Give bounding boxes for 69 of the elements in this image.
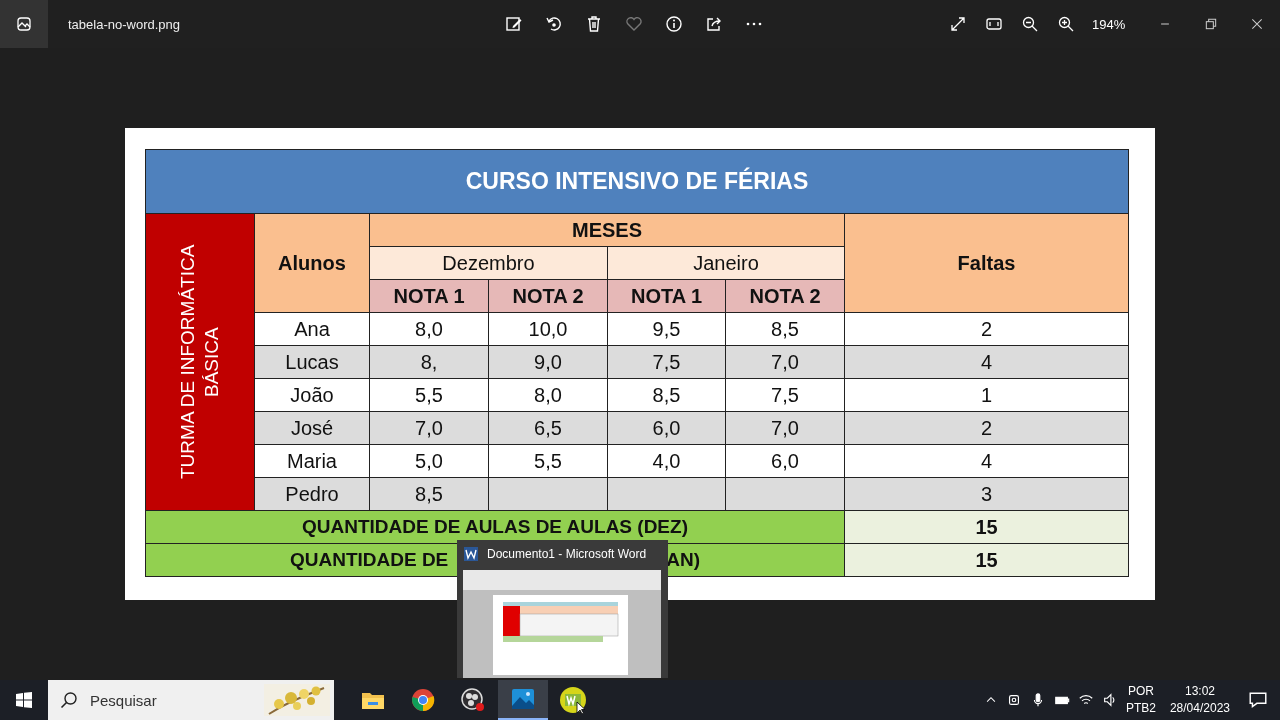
search-icon <box>60 691 78 709</box>
table-cell: 15 <box>844 510 1129 544</box>
table-cell: 6,5 <box>488 411 608 445</box>
word-icon <box>559 686 587 714</box>
photos-app-button[interactable] <box>0 0 48 48</box>
header-cell: Faltas <box>844 213 1129 313</box>
table-cell: José <box>254 411 370 445</box>
word-icon <box>463 546 479 562</box>
photos-icon <box>511 688 535 710</box>
popup-title: Documento1 - Microsoft Word <box>487 547 647 561</box>
header-cell: NOTA 1 <box>607 279 726 313</box>
table-cell: 8, <box>369 345 489 379</box>
table-cell: 4,0 <box>607 444 726 478</box>
folder-icon <box>361 690 385 710</box>
clock-time[interactable]: 13:02 <box>1184 683 1215 700</box>
month-cell: Janeiro <box>607 246 845 280</box>
table-cell-text: AN) <box>666 549 701 571</box>
header-cell: NOTA 2 <box>488 279 608 313</box>
window-preview-popup[interactable]: Documento1 - Microsoft Word <box>457 540 668 678</box>
table-cell-text: QUANTIDADE DE <box>289 549 449 571</box>
table-cell: 3 <box>844 477 1129 511</box>
table-cell: 8,0 <box>369 312 489 346</box>
header-cell: MESES <box>369 213 845 247</box>
table-cell: Pedro <box>254 477 370 511</box>
table-cell: 8,5 <box>607 378 726 412</box>
notification-icon <box>1248 690 1268 710</box>
zoom-level: 194% <box>1092 16 1127 32</box>
search-field[interactable]: Pesquisar <box>88 690 252 710</box>
table-cell: 6,0 <box>725 444 845 478</box>
month-cell: Dezembro <box>369 246 608 280</box>
table-cell: 1 <box>844 378 1129 412</box>
keyboard-layout[interactable]: PTB2 <box>1125 700 1156 717</box>
obs-icon <box>461 688 485 712</box>
table-cell: 7,0 <box>725 411 845 445</box>
table-cell: 4 <box>844 345 1129 379</box>
class-label-cell: TURMA DE INFORMÁTICA BÁSICA <box>145 213 255 511</box>
image-icon <box>15 15 33 33</box>
header-cell: Alunos <box>254 213 370 313</box>
table-cell: 8,0 <box>488 378 608 412</box>
table-cell: Maria <box>254 444 370 478</box>
table-cell: 7,0 <box>369 411 489 445</box>
search-box[interactable]: Pesquisar <box>48 680 334 720</box>
table-cell: 7,5 <box>607 345 726 379</box>
table-cell: 4 <box>844 444 1129 478</box>
clock-date[interactable]: 28/04/2023 <box>1169 700 1230 717</box>
table-cell: QUANTIDADE DE AULAS DE AULAS (DEZ) <box>145 510 845 544</box>
table-cell: Ana <box>254 312 370 346</box>
table-cell: 2 <box>844 411 1129 445</box>
table-cell: 9,5 <box>607 312 726 346</box>
table-cell: 5,0 <box>369 444 489 478</box>
table-cell: 6,0 <box>607 411 726 445</box>
header-cell: NOTA 2 <box>725 279 845 313</box>
table-cell: 8,5 <box>725 312 845 346</box>
table-cell: 2 <box>844 312 1129 346</box>
table-cell: 10,0 <box>488 312 608 346</box>
table-cell: João <box>254 378 370 412</box>
table-title: CURSO INTENSIVO DE FÉRIAS <box>145 149 1129 214</box>
table-cell: 5,5 <box>369 378 489 412</box>
table-cell: 9,0 <box>488 345 608 379</box>
table-cell: 5,5 <box>488 444 608 478</box>
table-cell: 8,5 <box>369 477 489 511</box>
input-language[interactable]: POR <box>1127 683 1154 700</box>
file-name: tabela-no-word.png <box>68 16 182 32</box>
table-cell: 7,5 <box>725 378 845 412</box>
table-cell: 15 <box>844 543 1129 577</box>
header-cell: NOTA 1 <box>369 279 489 313</box>
table-cell: 7,0 <box>725 345 845 379</box>
table-cell: Lucas <box>254 345 370 379</box>
chrome-icon <box>411 688 435 712</box>
